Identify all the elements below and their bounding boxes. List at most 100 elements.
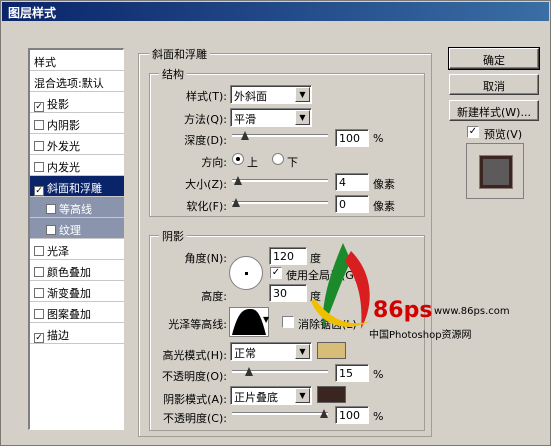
preview-thumbnail <box>480 156 512 188</box>
soften-slider[interactable] <box>232 198 328 208</box>
style-item-checkbox[interactable]: ✓ <box>34 333 44 343</box>
style-select[interactable]: 外斜面 ▼ <box>230 85 312 104</box>
chevron-down-icon: ▼ <box>295 87 310 102</box>
gloss-contour-label: 光泽等高线: <box>168 318 227 331</box>
depth-slider[interactable] <box>232 131 328 141</box>
style-select-value: 外斜面 <box>234 90 267 103</box>
depth-input[interactable]: 100 <box>335 129 369 147</box>
depth-slider-thumb[interactable] <box>240 131 249 140</box>
direction-label: 方向: <box>201 156 227 169</box>
style-item-label: 内阴影 <box>47 119 80 132</box>
style-list-item[interactable]: 外发光 <box>30 134 124 155</box>
highlight-opacity-thumb[interactable] <box>245 367 254 376</box>
angle-label: 角度(N): <box>184 252 227 265</box>
soften-slider-thumb[interactable] <box>232 198 240 207</box>
style-list-item[interactable]: 内发光 <box>30 155 124 176</box>
watermark-logo <box>311 243 371 329</box>
size-slider[interactable] <box>232 176 328 186</box>
shadow-mode-label: 阴影模式(A): <box>163 393 227 406</box>
highlight-opacity-label: 不透明度(O): <box>162 370 227 383</box>
shadow-mode-select[interactable]: 正片叠底 ▼ <box>230 386 312 405</box>
depth-label: 深度(D): <box>184 134 227 147</box>
preview-checkbox[interactable]: ✓ <box>467 126 479 138</box>
layer-style-dialog: 图层样式 样式 混合选项:默认 ✓ 投影 内阴影 外发光 内发光 ✓ 斜面和浮雕 等高线 纹理光… <box>0 0 551 446</box>
cancel-button[interactable]: 取消 <box>449 74 539 95</box>
style-list-item[interactable]: 光泽 <box>30 239 124 260</box>
style-list-item[interactable]: 颜色叠加 <box>30 260 124 281</box>
style-list-item[interactable]: ✓ 斜面和浮雕 <box>30 176 124 197</box>
style-item-label: 内发光 <box>47 161 80 174</box>
style-item-checkbox[interactable] <box>34 309 44 319</box>
antialias-checkbox[interactable] <box>282 316 294 328</box>
watermark-cn: 中国Photoshop资源网 <box>369 330 472 341</box>
style-list-item[interactable]: 等高线 <box>30 197 124 218</box>
style-item-checkbox[interactable] <box>34 288 44 298</box>
highlight-opacity-slider[interactable] <box>232 367 328 377</box>
soften-label: 软化(F): <box>186 200 227 213</box>
ok-button[interactable]: 确定 <box>448 47 540 70</box>
style-item-checkbox[interactable]: ✓ <box>34 102 44 112</box>
highlight-mode-label: 高光模式(H): <box>162 349 227 362</box>
new-style-button[interactable]: 新建样式(W)... <box>449 100 539 121</box>
size-label: 大小(Z): <box>185 178 227 191</box>
style-list-item[interactable]: ✓ 投影 <box>30 92 124 113</box>
shadow-color-swatch[interactable] <box>317 386 346 403</box>
soften-unit: 像素 <box>373 200 395 213</box>
style-item-label: 颜色叠加 <box>47 266 91 279</box>
chevron-down-icon: ▼ <box>295 344 310 359</box>
style-item-label: 渐变叠加 <box>47 287 91 300</box>
technique-select[interactable]: 平滑 ▼ <box>230 108 312 127</box>
highlight-opacity-unit: % <box>373 368 384 381</box>
style-list-item[interactable]: 渐变叠加 <box>30 281 124 302</box>
style-item-checkbox[interactable] <box>46 204 56 214</box>
angle-dial[interactable] <box>229 256 263 290</box>
highlight-color-swatch[interactable] <box>317 342 346 359</box>
direction-down-radio[interactable] <box>272 153 284 165</box>
shadow-opacity-unit: % <box>373 410 384 423</box>
size-input[interactable]: 4 <box>335 173 369 191</box>
shadow-mode-value: 正片叠底 <box>234 391 278 404</box>
direction-up-label: 上 <box>247 156 258 169</box>
chevron-down-icon[interactable]: ▼ <box>263 315 269 324</box>
style-item-label: 外发光 <box>47 140 80 153</box>
style-item-checkbox[interactable] <box>34 120 44 130</box>
style-list-item[interactable]: 内阴影 <box>30 113 124 134</box>
size-slider-thumb[interactable] <box>233 176 242 185</box>
highlight-opacity-input[interactable]: 15 <box>335 364 369 382</box>
style-item-checkbox[interactable] <box>34 162 44 172</box>
style-item-checkbox[interactable] <box>34 246 44 256</box>
style-item-label: 纹理 <box>59 224 81 237</box>
highlight-mode-value: 正常 <box>234 347 256 360</box>
highlight-mode-select[interactable]: 正常 ▼ <box>230 342 312 361</box>
style-list-header[interactable]: 样式 <box>30 50 124 71</box>
style-item-label: 描边 <box>47 329 69 342</box>
style-preview <box>466 143 524 199</box>
style-item-checkbox[interactable] <box>46 225 56 235</box>
shadow-opacity-slider[interactable] <box>232 409 328 419</box>
watermark-url: www.86ps.com <box>434 306 510 317</box>
style-list-item[interactable]: 图案叠加 <box>30 302 124 323</box>
blending-options-item[interactable]: 混合选项:默认 <box>30 71 124 92</box>
bevel-emboss-title: 斜面和浮雕 <box>149 46 210 62</box>
title-bar: 图层样式 <box>2 2 549 21</box>
shadow-opacity-input[interactable]: 100 <box>335 406 369 424</box>
global-light-checkbox[interactable]: ✓ <box>270 267 282 279</box>
style-item-label: 光泽 <box>47 245 69 258</box>
soften-input[interactable]: 0 <box>335 195 369 213</box>
direction-up-radio[interactable] <box>232 153 244 165</box>
structure-title: 结构 <box>159 66 187 82</box>
style-item-label: 斜面和浮雕 <box>47 182 102 195</box>
altitude-label: 高度: <box>201 290 227 303</box>
technique-select-value: 平滑 <box>234 113 256 126</box>
preview-label: 预览(V) <box>484 128 523 141</box>
style-item-checkbox[interactable]: ✓ <box>34 186 44 196</box>
shadow-opacity-thumb[interactable] <box>320 409 328 418</box>
technique-label: 方法(Q): <box>184 113 227 126</box>
style-item-label: 等高线 <box>59 203 92 216</box>
style-list-item[interactable]: 纹理 <box>30 218 124 239</box>
chevron-down-icon: ▼ <box>295 110 310 125</box>
style-item-checkbox[interactable] <box>34 267 44 277</box>
style-item-checkbox[interactable] <box>34 141 44 151</box>
style-list-item[interactable]: ✓ 描边 <box>30 323 124 344</box>
style-item-label: 投影 <box>47 98 69 111</box>
